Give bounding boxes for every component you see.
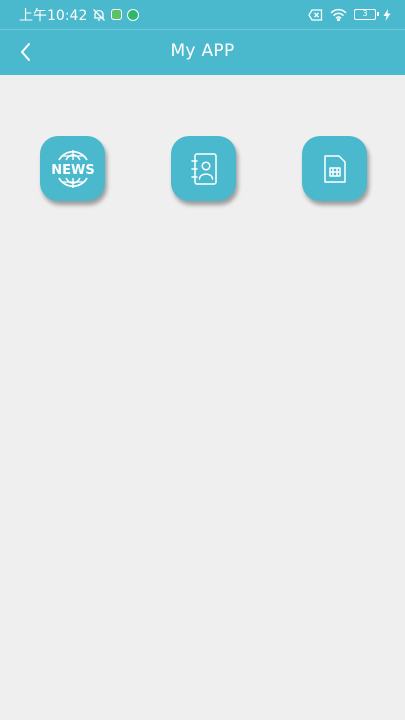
charging-icon xyxy=(383,8,391,21)
wifi-icon xyxy=(330,8,347,21)
app-header: My APP xyxy=(0,30,405,75)
status-time: 上午10:42 xyxy=(19,7,88,24)
battery-level: 3 xyxy=(362,9,368,18)
sim-card-icon xyxy=(323,154,346,183)
page-title: My APP xyxy=(170,41,235,61)
app-notification-icon xyxy=(111,9,123,20)
status-bar: 上午10:42 3 xyxy=(0,0,405,29)
bell-muted-icon xyxy=(92,8,106,22)
battery-icon: 3 xyxy=(354,9,379,20)
no-sim-icon xyxy=(308,8,323,21)
contacts-book-icon xyxy=(190,152,217,185)
shield-icon xyxy=(127,8,140,21)
news-icon-text: NEWS xyxy=(51,163,94,178)
news-globe-icon: NEWS xyxy=(51,149,94,188)
sim-app-button[interactable] xyxy=(302,136,367,201)
contacts-app-button[interactable] xyxy=(171,136,236,201)
news-app-button[interactable]: NEWS xyxy=(40,136,105,201)
